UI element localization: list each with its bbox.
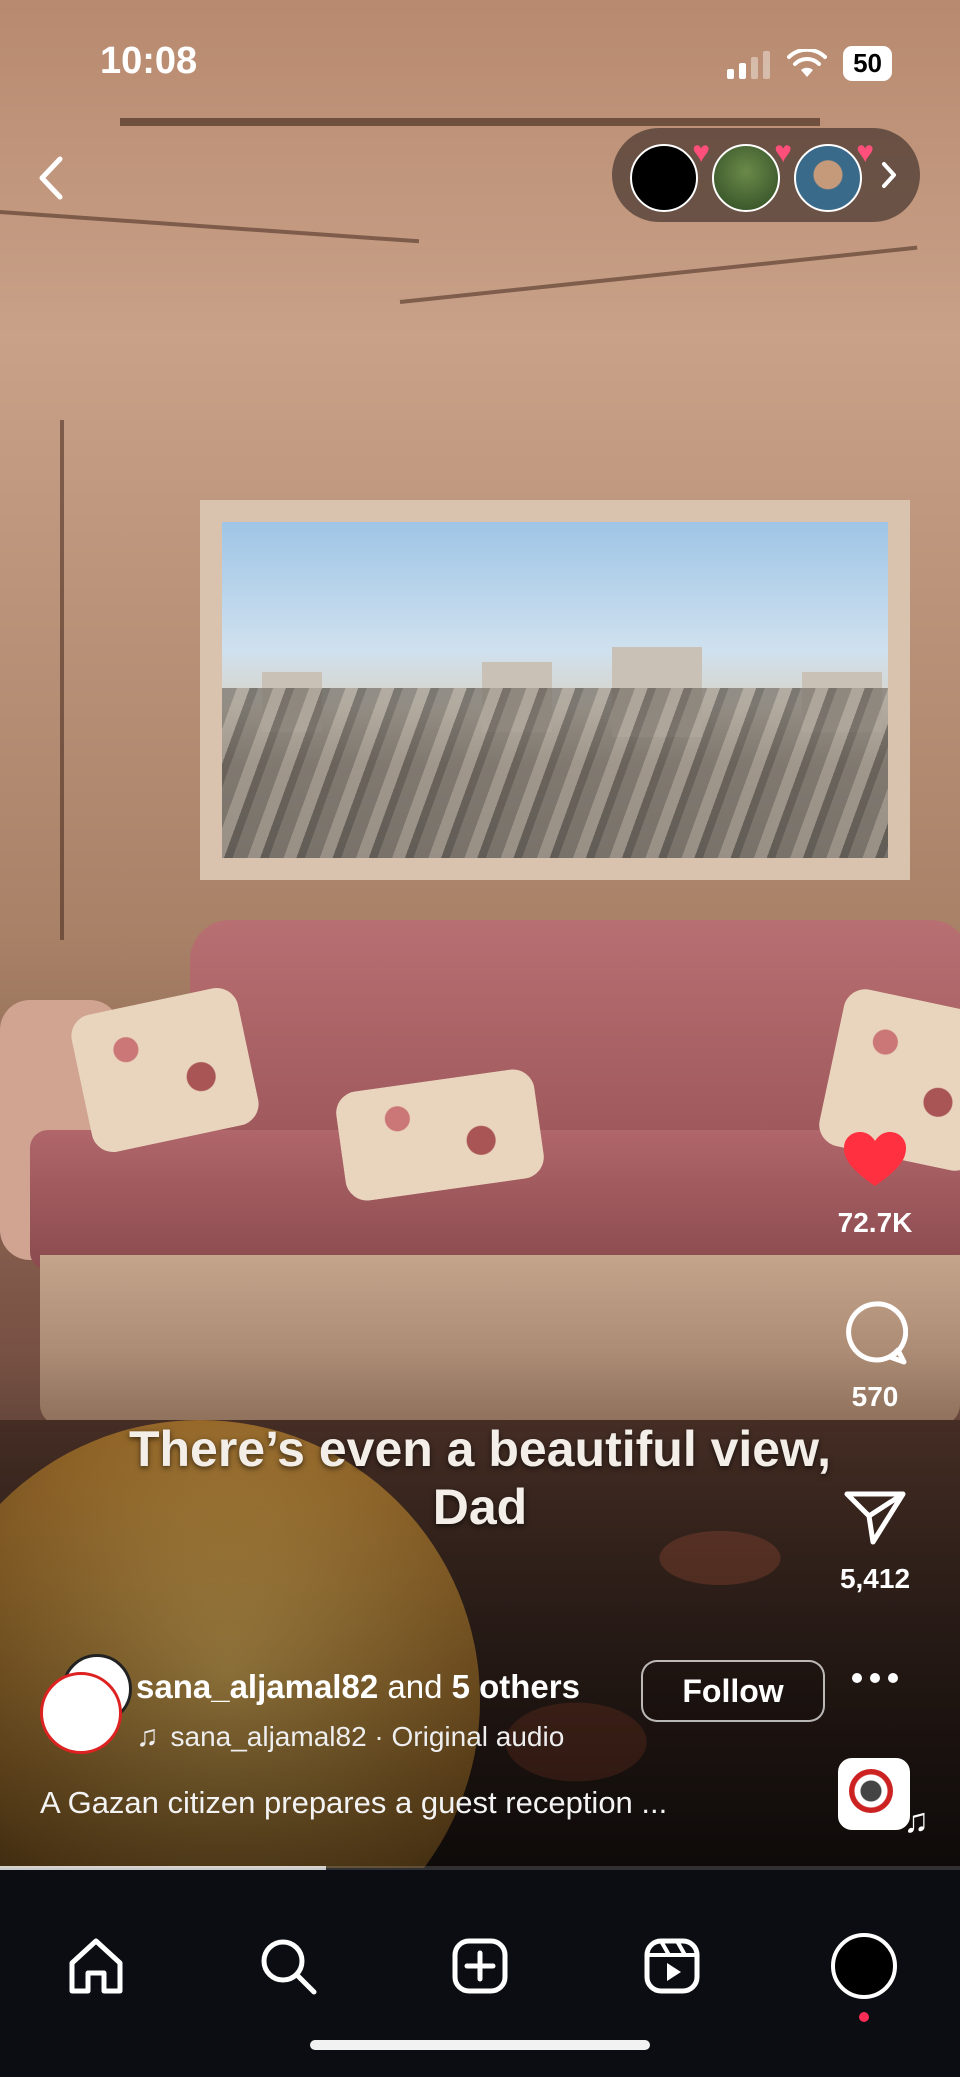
tab-profile[interactable] [828, 1930, 900, 2022]
audio-label: sana_aljamal82 · Original audio [170, 1721, 565, 1752]
notification-dot [859, 2012, 869, 2022]
comment-icon [846, 1301, 909, 1365]
tab-create[interactable] [444, 1930, 516, 2002]
video-caption: There’s even a beautiful view, Dad [0, 1420, 960, 1536]
back-button[interactable] [36, 148, 76, 208]
wifi-icon [787, 48, 828, 77]
cellular-signal-icon [727, 50, 771, 79]
video-caption-line: There’s even a beautiful view, [128, 1421, 832, 1477]
heart-icon: ♥ [692, 136, 710, 169]
avatar: ♥ [794, 136, 874, 212]
reel-description[interactable]: A Gazan citizen prepares a guest recepti… [40, 1785, 667, 1821]
share-action[interactable]: 5,412 [820, 1488, 930, 1595]
search-icon [261, 1939, 317, 1995]
author-and: and [387, 1668, 443, 1705]
follow-button[interactable]: Follow [641, 1660, 825, 1722]
rubble-field [222, 688, 888, 858]
status-time: 10:08 [100, 40, 198, 82]
like-count: 72.7K [837, 1207, 913, 1238]
heart-icon [844, 1132, 906, 1186]
wall-crack [120, 118, 820, 126]
reels-icon [644, 1938, 700, 1994]
author-avatar[interactable] [40, 1672, 122, 1754]
music-note-icon: ♫ [903, 1802, 930, 1840]
comment-count: 570 [851, 1381, 899, 1412]
heart-icon: ♥ [774, 136, 792, 169]
profile-icon [831, 1933, 897, 1999]
home-indicator [310, 2040, 650, 2050]
author-username[interactable]: sana_aljamal82 [136, 1668, 378, 1705]
comment-action[interactable]: 570 [820, 1300, 930, 1413]
author-row: sana_aljamal82 and 5 others Follow ♫ san… [40, 1654, 860, 1770]
avatar: ♥ [712, 136, 792, 212]
home-icon [69, 1938, 123, 1994]
audio-row[interactable]: ♫ sana_aljamal82 · Original audio [136, 1720, 564, 1754]
wall-crack [0, 210, 420, 244]
video-caption-line: Dad [432, 1479, 528, 1535]
avatar: ♥ [630, 136, 710, 212]
tab-reels[interactable] [636, 1930, 708, 2002]
battery-indicator: 50 [843, 46, 892, 81]
liked-by-avatars[interactable]: ♥ ♥ ♥ [612, 128, 920, 222]
share-count: 5,412 [839, 1563, 911, 1594]
tab-home[interactable] [60, 1930, 132, 2002]
create-icon [452, 1938, 508, 1994]
like-action[interactable]: 72.7K [820, 1130, 930, 1239]
audio-logo [849, 1769, 893, 1813]
reel-video[interactable] [0, 0, 960, 1868]
heart-icon: ♥ [856, 136, 874, 169]
wall-crack [399, 245, 918, 304]
chevron-left-icon [39, 156, 63, 200]
tab-search[interactable] [252, 1930, 324, 2002]
wall-crack [60, 420, 64, 940]
status-icons: 50 [725, 46, 892, 81]
author-line[interactable]: sana_aljamal82 and 5 others [136, 1668, 580, 1706]
chevron-right-icon [882, 162, 896, 188]
window-opening [200, 500, 910, 880]
share-icon [844, 1491, 906, 1545]
music-note-icon: ♫ [136, 1720, 159, 1753]
author-others[interactable]: 5 others [452, 1668, 580, 1705]
